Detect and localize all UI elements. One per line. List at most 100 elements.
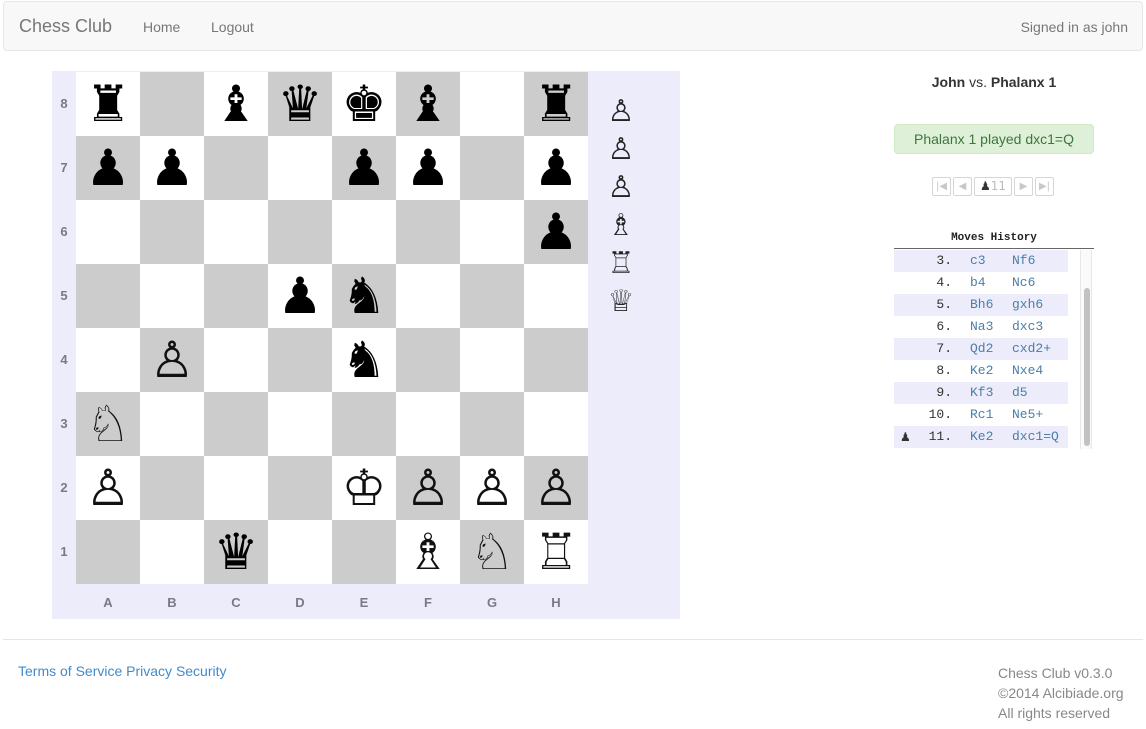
square-g3[interactable] [460, 392, 524, 456]
nav-logout-link[interactable]: Logout [211, 19, 254, 35]
square-b5[interactable] [140, 264, 204, 328]
square-f4[interactable] [396, 328, 460, 392]
square-d7[interactable] [268, 136, 332, 200]
square-e1[interactable] [332, 520, 396, 584]
square-e6[interactable] [332, 200, 396, 264]
nav-home-link[interactable]: Home [143, 19, 180, 35]
black-pawn-icon[interactable]: ♟ [150, 143, 195, 193]
white-king-icon[interactable]: ♔ [342, 463, 387, 513]
square-a5[interactable] [76, 264, 140, 328]
square-a3[interactable]: ♘ [76, 392, 140, 456]
square-b3[interactable] [140, 392, 204, 456]
square-e5[interactable]: ♞ [332, 264, 396, 328]
black-pawn-icon[interactable]: ♟ [534, 143, 579, 193]
square-f7[interactable]: ♟ [396, 136, 460, 200]
square-g8[interactable] [460, 72, 524, 136]
black-move[interactable]: Ne5+ [1012, 404, 1043, 426]
white-move[interactable]: b4 [970, 272, 986, 294]
black-move[interactable]: gxh6 [1012, 294, 1043, 316]
square-c3[interactable] [204, 392, 268, 456]
next-move-button[interactable]: ▶ [1014, 177, 1033, 196]
terms-of-service-link[interactable]: Terms of Service [18, 663, 122, 679]
white-pawn-icon[interactable]: ♙ [406, 463, 451, 513]
square-f6[interactable] [396, 200, 460, 264]
square-d8[interactable]: ♛ [268, 72, 332, 136]
square-d4[interactable] [268, 328, 332, 392]
black-bishop-icon[interactable]: ♝ [214, 79, 259, 129]
black-king-icon[interactable]: ♚ [342, 79, 387, 129]
black-pawn-icon[interactable]: ♟ [534, 207, 579, 257]
square-a2[interactable]: ♙ [76, 456, 140, 520]
square-c5[interactable] [204, 264, 268, 328]
white-rook-icon[interactable]: ♖ [534, 527, 579, 577]
white-move[interactable]: Qd2 [970, 338, 993, 360]
black-move[interactable]: cxd2+ [1012, 338, 1051, 360]
white-pawn-icon[interactable]: ♙ [150, 335, 195, 385]
black-pawn-icon[interactable]: ♟ [342, 143, 387, 193]
square-h1[interactable]: ♖ [524, 520, 588, 584]
moves-scrollbar[interactable] [1080, 250, 1092, 449]
black-move[interactable]: dxc1=Q [1012, 426, 1059, 448]
black-move[interactable]: Nf6 [1012, 250, 1035, 272]
black-move[interactable]: dxc3 [1012, 316, 1043, 338]
black-queen-icon[interactable]: ♛ [278, 79, 323, 129]
privacy-link[interactable]: Privacy [126, 663, 172, 679]
white-move[interactable]: Bh6 [970, 294, 993, 316]
square-g2[interactable]: ♙ [460, 456, 524, 520]
black-rook-icon[interactable]: ♜ [86, 79, 131, 129]
black-knight-icon[interactable]: ♞ [342, 271, 387, 321]
square-a6[interactable] [76, 200, 140, 264]
square-e4[interactable]: ♞ [332, 328, 396, 392]
square-e2[interactable]: ♔ [332, 456, 396, 520]
white-move[interactable]: Na3 [970, 316, 993, 338]
last-move-button[interactable]: ▶| [1035, 177, 1054, 196]
square-f1[interactable]: ♗ [396, 520, 460, 584]
square-b8[interactable] [140, 72, 204, 136]
square-d3[interactable] [268, 392, 332, 456]
square-d5[interactable]: ♟ [268, 264, 332, 328]
security-link[interactable]: Security [176, 663, 227, 679]
square-f8[interactable]: ♝ [396, 72, 460, 136]
square-h7[interactable]: ♟ [524, 136, 588, 200]
square-g6[interactable] [460, 200, 524, 264]
square-g7[interactable] [460, 136, 524, 200]
white-move[interactable]: Ke2 [970, 360, 993, 382]
square-a8[interactable]: ♜ [76, 72, 140, 136]
white-knight-icon[interactable]: ♘ [470, 527, 515, 577]
square-b6[interactable] [140, 200, 204, 264]
square-h2[interactable]: ♙ [524, 456, 588, 520]
white-pawn-icon[interactable]: ♙ [470, 463, 515, 513]
black-knight-icon[interactable]: ♞ [342, 335, 387, 385]
square-a7[interactable]: ♟ [76, 136, 140, 200]
previous-move-button[interactable]: ◀ [953, 177, 972, 196]
square-c6[interactable] [204, 200, 268, 264]
square-e8[interactable]: ♚ [332, 72, 396, 136]
square-d2[interactable] [268, 456, 332, 520]
square-c2[interactable] [204, 456, 268, 520]
square-h4[interactable] [524, 328, 588, 392]
square-f2[interactable]: ♙ [396, 456, 460, 520]
white-pawn-icon[interactable]: ♙ [86, 463, 131, 513]
square-h5[interactable] [524, 264, 588, 328]
square-h3[interactable] [524, 392, 588, 456]
black-pawn-icon[interactable]: ♟ [406, 143, 451, 193]
square-e3[interactable] [332, 392, 396, 456]
black-bishop-icon[interactable]: ♝ [406, 79, 451, 129]
square-a4[interactable] [76, 328, 140, 392]
square-c4[interactable] [204, 328, 268, 392]
brand-link[interactable]: Chess Club [19, 16, 112, 37]
square-b4[interactable]: ♙ [140, 328, 204, 392]
square-e7[interactable]: ♟ [332, 136, 396, 200]
square-d1[interactable] [268, 520, 332, 584]
white-move[interactable]: c3 [970, 250, 986, 272]
white-move[interactable]: Ke2 [970, 426, 993, 448]
white-bishop-icon[interactable]: ♗ [406, 527, 451, 577]
square-a1[interactable] [76, 520, 140, 584]
square-c8[interactable]: ♝ [204, 72, 268, 136]
square-f5[interactable] [396, 264, 460, 328]
square-d6[interactable] [268, 200, 332, 264]
square-b2[interactable] [140, 456, 204, 520]
black-pawn-icon[interactable]: ♟ [278, 271, 323, 321]
first-move-button[interactable]: |◀ [932, 177, 951, 196]
square-b1[interactable] [140, 520, 204, 584]
